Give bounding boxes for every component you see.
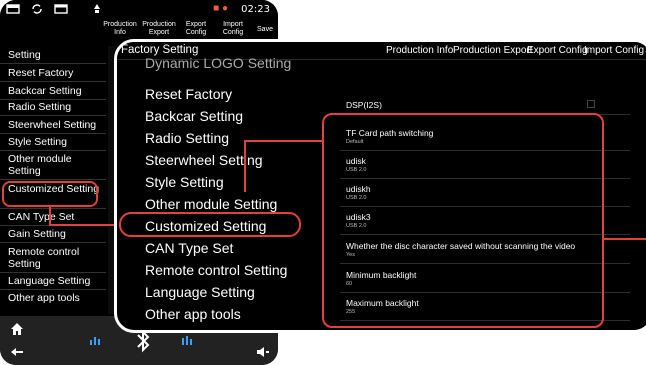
divider <box>0 133 106 134</box>
bg-menu-item[interactable]: Reset Factory <box>8 67 104 79</box>
divider <box>0 289 106 290</box>
screenshot-stage: ■ ● 02:23 Production Info Production Exp… <box>0 0 646 365</box>
status-time: 02:23 <box>241 4 270 15</box>
signal-icon: ■ ● <box>213 3 228 14</box>
menu-item[interactable]: Other module Setting <box>145 196 277 212</box>
bg-tab-production-info[interactable]: Production Info <box>100 21 140 37</box>
bg-menu-item[interactable]: Setting <box>8 49 104 61</box>
divider <box>0 242 106 243</box>
bg-menu-item[interactable]: Radio Setting <box>8 101 104 113</box>
bg-menu-item[interactable]: Steerwheel Setting <box>8 119 104 131</box>
bg-tab-import-config[interactable]: Import Config <box>216 21 250 37</box>
bg-menu-item[interactable]: Language Setting <box>8 275 104 287</box>
menu-item[interactable]: Other app tools <box>145 306 241 322</box>
bg-tab-export-config[interactable]: Export Config <box>183 21 209 37</box>
menu-item[interactable]: Dynamic LOGO Setting <box>145 55 291 71</box>
status-bar: ■ ● 02:23 <box>0 0 278 20</box>
bg-menu-item[interactable]: Backcar Setting <box>8 85 104 97</box>
menu-item[interactable]: Backcar Setting <box>145 108 243 124</box>
bg-tab-production-export[interactable]: Production Export <box>140 21 178 37</box>
settings-panel: DSP(I2S) TF Card path switching Default … <box>322 62 646 330</box>
volume-up-icon[interactable] <box>180 334 194 348</box>
bg-tab-save[interactable]: Save <box>255 26 275 34</box>
dsp-checkbox[interactable] <box>587 100 595 108</box>
bg-menu-item[interactable]: Other module Setting <box>8 153 104 177</box>
divider <box>0 99 106 100</box>
divider <box>0 115 106 116</box>
dsp-label: DSP(I2S) <box>346 100 382 110</box>
notification-icon <box>94 4 100 13</box>
annotation-menu-highlight <box>119 212 301 237</box>
menu-item[interactable]: CAN Type Set <box>145 240 233 256</box>
menu-item[interactable]: Style Setting <box>145 174 224 190</box>
annotation-small-box <box>2 181 98 207</box>
sync-icon[interactable] <box>30 3 44 15</box>
menu-item[interactable]: Reset Factory <box>145 86 232 102</box>
bg-menu-item[interactable]: Gain Setting <box>8 228 104 240</box>
screen-icon[interactable] <box>54 3 68 15</box>
settings-menu: Dynamic LOGO Setting Reset Factory Backc… <box>117 55 317 330</box>
divider <box>0 150 106 151</box>
annotation-settings-box <box>322 113 604 328</box>
bg-menu-item[interactable]: Remote control Setting <box>8 246 104 270</box>
background-header: Production Info Production Export Export… <box>0 20 278 40</box>
annotation-connector <box>244 140 246 192</box>
back-icon[interactable] <box>10 346 24 358</box>
menu-item[interactable]: Remote control Setting <box>145 262 287 278</box>
tab-production-info[interactable]: Production Info <box>386 45 453 56</box>
window-icon[interactable] <box>6 3 20 15</box>
divider <box>0 81 106 82</box>
divider <box>0 63 106 64</box>
bg-menu-item[interactable]: Style Setting <box>8 136 104 148</box>
annotation-connector <box>604 238 646 240</box>
bg-menu-item[interactable]: CAN Type Set <box>8 211 104 223</box>
tab-import-config[interactable]: Import Config <box>584 45 644 56</box>
zoomed-settings-window: Factory Setting Production Info Producti… <box>114 39 646 333</box>
divider <box>0 272 106 273</box>
volume-down-icon[interactable] <box>88 334 102 348</box>
background-menu: Setting Reset Factory Backcar Setting Ra… <box>0 46 106 314</box>
menu-item[interactable]: Radio Setting <box>145 130 229 146</box>
mute-icon[interactable] <box>256 346 270 358</box>
menu-item[interactable]: Language Setting <box>145 284 255 300</box>
annotation-connector <box>244 140 323 142</box>
bg-menu-item[interactable]: Other app tools <box>8 292 104 304</box>
tab-export-config[interactable]: Export Config <box>527 45 588 56</box>
annotation-connector <box>49 224 119 226</box>
home-icon[interactable] <box>10 322 24 336</box>
tab-production-export[interactable]: Production Export <box>453 45 533 56</box>
divider <box>0 208 106 209</box>
divider <box>0 179 106 180</box>
